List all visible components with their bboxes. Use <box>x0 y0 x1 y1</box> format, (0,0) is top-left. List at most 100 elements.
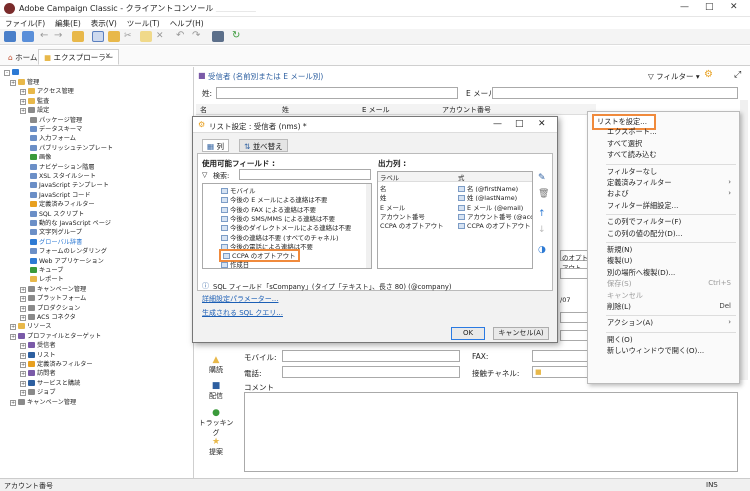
col-firstname[interactable]: 名 <box>200 105 207 115</box>
tree-node[interactable]: + ジョブ <box>20 387 56 397</box>
back-icon[interactable]: ← <box>40 31 52 42</box>
available-fields-list[interactable]: モバイル 今後の E メールによる連絡は不要 今後の FAX による連絡は不要 今後の… <box>202 183 372 269</box>
context-menu-item[interactable]: フィルター詳細設定... <box>607 201 678 211</box>
context-menu-item[interactable]: フィルターなし <box>607 167 657 177</box>
close-icon[interactable]: ✕ <box>730 2 738 12</box>
search-input[interactable] <box>239 169 371 180</box>
comment-textarea[interactable] <box>244 392 738 472</box>
edit-expression-icon[interactable]: ✎ <box>538 173 546 183</box>
expand-toggle-icon[interactable]: + <box>20 371 26 378</box>
context-menu-item[interactable]: 新しいウィンドウで開く(O)... <box>607 346 704 356</box>
cancel-button[interactable]: キャンセル(A) <box>493 327 549 340</box>
explorer-icon[interactable] <box>22 31 34 42</box>
minimize-icon[interactable]: — <box>680 2 689 12</box>
redo-icon[interactable]: ↷ <box>192 31 204 42</box>
delete-column-icon[interactable]: 🗑 <box>538 189 549 199</box>
gear-icon[interactable]: ⚙ <box>704 69 713 80</box>
tree-node[interactable]: JavaScript テンプレート <box>30 180 109 189</box>
expand-toggle-icon[interactable]: + <box>20 362 26 368</box>
context-menu-item[interactable]: リストを設定... <box>592 114 656 130</box>
expand-toggle-icon[interactable]: + <box>20 286 26 293</box>
optout-field[interactable]: のオプトアウト <box>560 250 590 272</box>
expand-toggle-icon[interactable]: + <box>20 89 26 96</box>
tree-node[interactable]: + 定義済みフィルター <box>20 359 93 368</box>
context-menu-item[interactable]: すべて読み込む <box>607 150 657 160</box>
distribution-icon[interactable]: ◑ <box>538 245 546 255</box>
available-field-item[interactable]: モバイル <box>221 186 256 195</box>
side-tab-offers[interactable]: ★ 提案 <box>196 437 236 457</box>
output-columns-list[interactable]: ラベル 式名 名 (@firstName) 姓 姓 (@lastName) E メール E … <box>377 171 533 269</box>
expand-toggle-icon[interactable]: + <box>20 352 26 359</box>
advanced-params-link[interactable]: 詳細設定パラメーター... <box>202 294 278 304</box>
context-menu-item[interactable]: エクスポート... <box>607 127 657 137</box>
available-field-item[interactable]: 今後の連絡は不要 (すべてのチャネル) <box>221 233 339 242</box>
delete-icon[interactable]: ✕ <box>156 31 168 42</box>
available-field-item[interactable]: 今後の電話による連絡は不要 <box>221 242 313 251</box>
expand-toggle-icon[interactable]: + <box>20 315 26 321</box>
email-filter-input[interactable] <box>492 87 738 99</box>
tree-node[interactable]: + アクセス管理 <box>20 86 74 96</box>
cut-icon[interactable]: ✂ <box>124 31 136 42</box>
tree-node[interactable]: + ACS コネクタ <box>20 312 76 321</box>
tree-node[interactable]: データスキーマ <box>30 124 82 133</box>
tree-node[interactable]: Web アプリケーション <box>30 256 104 265</box>
context-menu-item[interactable]: 複製(U) <box>607 256 632 266</box>
list-scrollbar[interactable] <box>740 100 748 380</box>
expand-toggle-icon[interactable]: + <box>20 98 26 105</box>
tree-node[interactable]: + プラットフォーム <box>20 293 86 303</box>
tree-node[interactable]: フォームのレンダリング <box>30 246 107 255</box>
move-up-icon[interactable]: ↑ <box>538 209 546 219</box>
expand-toggle-icon[interactable]: + <box>20 108 26 115</box>
available-field-item[interactable]: CCPA のオプトアウト <box>219 249 300 263</box>
dialog-tab-columns[interactable]: ▦ 列 <box>202 139 229 152</box>
undo-icon[interactable]: ↶ <box>176 31 188 42</box>
tree-node[interactable]: + 管理 <box>10 77 39 86</box>
side-tab-deliveries[interactable]: ■ 配信 <box>196 381 236 401</box>
tree-node[interactable]: + 受信者 <box>20 340 56 350</box>
side-tab-subscriptions[interactable]: ▲ 購読 <box>196 355 236 375</box>
tree-node[interactable]: + 監査 <box>20 96 49 105</box>
ok-button[interactable]: OK <box>451 327 485 340</box>
col-lastname[interactable]: 姓 <box>282 105 289 115</box>
dialog-maximize-icon[interactable]: □ <box>515 119 524 129</box>
context-menu-item[interactable]: この列の値の配分(D)... <box>607 229 683 239</box>
context-menu-item[interactable]: 別の場所へ複製(D)... <box>607 268 675 278</box>
tree-node[interactable]: XSL スタイルシート <box>30 171 96 180</box>
tree-node[interactable]: パブリッシュテンプレート <box>30 143 113 152</box>
refresh-icon[interactable]: ↻ <box>232 31 244 42</box>
available-scrollbar[interactable] <box>366 184 371 268</box>
open-folder-icon[interactable] <box>108 31 120 42</box>
expand-toggle-icon[interactable]: + <box>20 390 26 397</box>
tree-node[interactable]: JavaScript コード <box>30 190 91 199</box>
user-icon[interactable] <box>4 31 16 42</box>
tree-node[interactable]: パッケージ管理 <box>30 115 82 124</box>
tab-close-icon[interactable]: ✕ <box>105 52 111 60</box>
expand-toggle-icon[interactable]: + <box>20 343 26 350</box>
expand-toggle-icon[interactable]: + <box>10 399 16 406</box>
filter-button[interactable]: ▽ フィルター ▾ <box>648 71 700 82</box>
expand-toggle-icon[interactable]: + <box>10 333 16 340</box>
dialog-close-icon[interactable]: ✕ <box>538 119 546 129</box>
generated-sql-link[interactable]: 生成される SQL クエリ... <box>202 308 283 318</box>
context-menu-item[interactable]: 削除(L) <box>607 302 631 312</box>
dialog-tab-sort[interactable]: ⇅ 並べ替え <box>239 139 288 152</box>
tree-node[interactable]: + 訪問者 <box>20 368 56 378</box>
tree-node[interactable]: + プロファイルとターゲット <box>10 331 101 340</box>
tree-node[interactable]: グローバル辞書 <box>30 237 82 246</box>
tree-node[interactable]: レポート <box>30 274 64 283</box>
side-tab-tracking[interactable]: ● トラッキング <box>196 408 236 438</box>
tree-node[interactable]: + リソース <box>10 321 51 331</box>
phone-input[interactable] <box>282 366 460 378</box>
tree-root[interactable]: - <box>4 69 21 76</box>
form-field-1[interactable] <box>560 268 588 279</box>
tree-node[interactable]: 定義済みフィルター <box>30 199 95 208</box>
mobile-input[interactable] <box>282 350 460 362</box>
context-menu-item[interactable]: アクション(A) <box>607 318 653 328</box>
print-icon[interactable] <box>212 31 224 42</box>
context-menu-item[interactable]: 保存(S) <box>607 279 632 289</box>
move-down-icon[interactable]: ↓ <box>538 225 546 235</box>
tree-node[interactable]: + リスト <box>20 350 56 359</box>
expand-toggle-icon[interactable]: + <box>20 380 26 387</box>
context-menu-item[interactable]: 定義済みフィルター <box>607 178 672 188</box>
expand-icon[interactable]: ⤢ <box>734 70 741 80</box>
